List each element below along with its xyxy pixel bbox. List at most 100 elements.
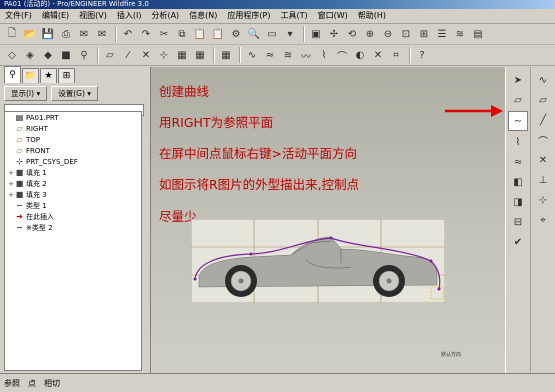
view-manager-icon[interactable]: ▤ <box>470 26 486 42</box>
tree-item[interactable]: + ■ 填充 1 <box>5 167 141 178</box>
tree-expand-toggle[interactable]: + <box>7 191 15 199</box>
dimension-icon[interactable]: ⌖ <box>534 211 552 229</box>
curve-edit-icon[interactable]: ∿ <box>534 71 552 89</box>
references-tab[interactable]: 参照 <box>4 378 20 389</box>
saved-views-icon[interactable]: ☰ <box>434 26 450 42</box>
menu-edit[interactable]: 编辑(E) <box>37 9 74 23</box>
tree-item[interactable]: + ■ 填充 2 <box>5 178 141 189</box>
settings-dropdown-button[interactable]: 设置(G) ▾ <box>51 86 99 101</box>
menu-info[interactable]: 信息(N) <box>184 9 222 23</box>
tree-item[interactable]: + ■ 填充 3 <box>5 189 141 200</box>
menu-analysis[interactable]: 分析(A) <box>146 9 184 23</box>
datum-plane-tool-icon[interactable]: ▱ <box>509 91 527 109</box>
tree-expand-toggle[interactable]: + <box>7 169 15 177</box>
menu-help[interactable]: 帮助(H) <box>353 9 391 23</box>
menu-view[interactable]: 视图(V) <box>74 9 112 23</box>
menu-window[interactable]: 窗口(W) <box>313 9 353 23</box>
done-check-icon[interactable]: ✔ <box>509 233 527 251</box>
axis-icon[interactable]: ⊥ <box>534 171 552 189</box>
redo-icon[interactable]: ↷ <box>138 26 154 42</box>
connect-surface-icon[interactable]: ◨ <box>509 193 527 211</box>
wireframe-icon[interactable]: ◇ <box>4 47 20 63</box>
open-file-icon[interactable]: 📂 <box>22 26 38 42</box>
point-tab[interactable]: 点 <box>28 378 36 389</box>
no-hidden-icon[interactable]: ◆ <box>40 47 56 63</box>
table-icon[interactable]: ▦ <box>218 47 234 63</box>
offset-analysis-icon[interactable]: 〰 <box>298 47 314 63</box>
zoom-out-icon[interactable]: ⊖ <box>380 26 396 42</box>
tree-item[interactable]: ▤ PA01.PRT <box>5 112 141 123</box>
zoom-in-icon[interactable]: ⊕ <box>362 26 378 42</box>
paste-special-icon[interactable]: 📋 <box>210 26 226 42</box>
csys-display-icon[interactable]: ⊹ <box>156 47 172 63</box>
connections-tab[interactable]: ⊞ <box>58 68 75 83</box>
slope-icon[interactable]: ⌗ <box>388 47 404 63</box>
datum-point-display-icon[interactable]: ✕ <box>138 47 154 63</box>
new-file-icon[interactable]: 🗋 <box>4 26 20 42</box>
folder-browser-tab[interactable]: 📁 <box>22 68 39 83</box>
section-analysis-icon[interactable]: ≋ <box>280 47 296 63</box>
orient-mode-icon[interactable]: ⟲ <box>344 26 360 42</box>
layers-icon[interactable]: ≋ <box>452 26 468 42</box>
annotation-display-icon[interactable]: ▦ <box>174 47 190 63</box>
line-icon[interactable]: ╱ <box>534 111 552 129</box>
refit-icon[interactable]: ⊡ <box>398 26 414 42</box>
trim-icon[interactable]: ⊟ <box>509 213 527 231</box>
tree-item[interactable]: ∼ 类型 1 <box>5 200 141 211</box>
select-arrow-icon[interactable]: ➤ <box>509 71 527 89</box>
draft-icon[interactable]: ✕ <box>370 47 386 63</box>
point-icon[interactable]: ✕ <box>534 151 552 169</box>
tree-item[interactable]: ▱ FRONT <box>5 145 141 156</box>
find-icon[interactable]: 🔍 <box>246 26 262 42</box>
context-help-icon[interactable]: ? <box>414 47 430 63</box>
save-icon[interactable]: 💾 <box>40 26 56 42</box>
model-tree-toggle-icon[interactable]: ⚲ <box>76 47 92 63</box>
menu-tools[interactable]: 工具(T) <box>276 9 313 23</box>
menu-bar: 文件(F) 编辑(E) 视图(V) 插入(I) 分析(A) 信息(N) 应用程序… <box>0 9 555 24</box>
filter-dropdown-icon[interactable]: ▾ <box>282 26 298 42</box>
redraw-icon[interactable]: ▣ <box>308 26 324 42</box>
model-tree-tab[interactable]: ⚲ <box>4 66 21 83</box>
menu-file[interactable]: 文件(F) <box>0 9 37 23</box>
tree-item[interactable]: ➜ 在此插入 <box>5 211 141 222</box>
tree-item-label: 填充 2 <box>26 179 47 188</box>
copy-icon[interactable]: ⧉ <box>174 26 190 42</box>
spin-center-icon[interactable]: ✢ <box>326 26 342 42</box>
spin-center-display-icon[interactable]: ▦ <box>192 47 208 63</box>
arc-icon[interactable]: ⌒ <box>534 131 552 149</box>
tangent-tab[interactable]: 相切 <box>44 378 60 389</box>
datum-axis-display-icon[interactable]: ⁄ <box>120 47 136 63</box>
cos-curve-icon[interactable]: ≈ <box>509 153 527 171</box>
surface-icon[interactable]: ◧ <box>509 173 527 191</box>
menu-applications[interactable]: 应用程序(P) <box>222 9 275 23</box>
undo-icon[interactable]: ↶ <box>120 26 136 42</box>
tree-expand-toggle[interactable]: + <box>7 180 15 188</box>
csys-tool-icon[interactable]: ⊹ <box>534 191 552 209</box>
tree-item[interactable]: ∼ ※类型 2 <box>5 222 141 233</box>
cut-icon[interactable]: ✂ <box>156 26 172 42</box>
curvature-icon[interactable]: ≈ <box>262 47 278 63</box>
style-curve-tool-icon[interactable]: ∼ <box>508 111 528 131</box>
email-link-icon[interactable]: ✉ <box>94 26 110 42</box>
print-icon[interactable]: ⎙ <box>58 26 74 42</box>
tree-item[interactable]: ⊹ PRT_CSYS_DEF <box>5 156 141 167</box>
shading-icon[interactable]: ■ <box>58 47 74 63</box>
menu-insert[interactable]: 插入(I) <box>112 9 147 23</box>
hidden-line-icon[interactable]: ◈ <box>22 47 38 63</box>
tree-item[interactable]: ▱ TOP <box>5 134 141 145</box>
plane-sketch-icon[interactable]: ▱ <box>534 91 552 109</box>
drop-curve-icon[interactable]: ⌇ <box>509 133 527 151</box>
regenerate-icon[interactable]: ⚙ <box>228 26 244 42</box>
paste-icon[interactable]: 📋 <box>192 26 208 42</box>
deviation-icon[interactable]: ⌇ <box>316 47 332 63</box>
tree-item[interactable]: ▱ RIGHT <box>5 123 141 134</box>
select-box-icon[interactable]: ▭ <box>264 26 280 42</box>
reflection-icon[interactable]: ◐ <box>352 47 368 63</box>
favorites-tab[interactable]: ★ <box>40 68 57 83</box>
dihedral-icon[interactable]: ⌒ <box>334 47 350 63</box>
curve-analysis-icon[interactable]: ∿ <box>244 47 260 63</box>
email-icon[interactable]: ✉ <box>76 26 92 42</box>
reorient-icon[interactable]: ⊞ <box>416 26 432 42</box>
datum-plane-display-icon[interactable]: ▱ <box>102 47 118 63</box>
show-dropdown-button[interactable]: 显示(I) ▾ <box>4 86 48 101</box>
